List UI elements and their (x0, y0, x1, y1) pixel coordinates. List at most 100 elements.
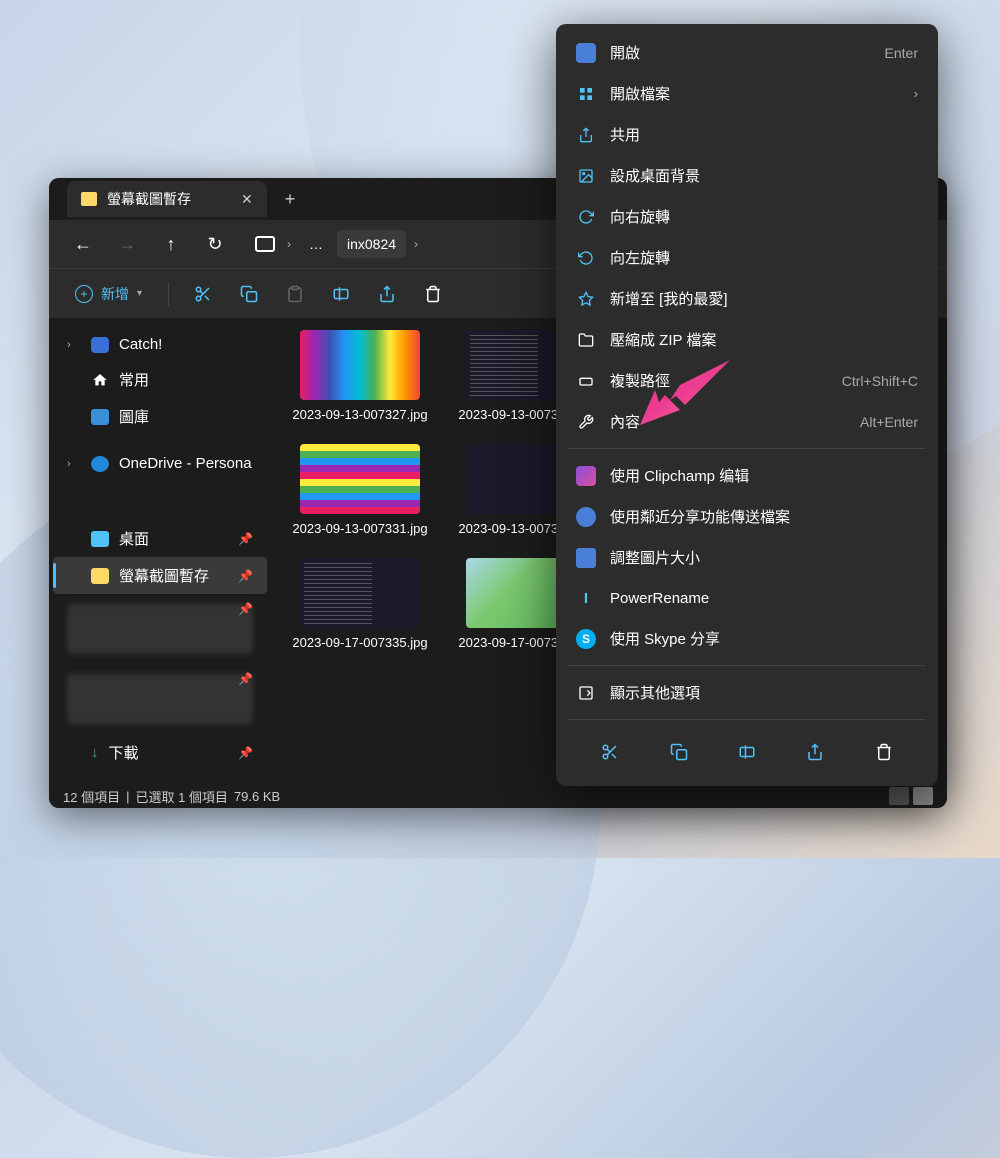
menu-item-clipchamp[interactable]: 使用 Clipchamp 编辑 (564, 455, 930, 496)
new-label: 新增 (101, 284, 129, 304)
tab-title: 螢幕截圖暫存 (107, 189, 191, 209)
chevron-right-icon: › (67, 458, 81, 470)
sidebar-item-label: 圖庫 (119, 406, 149, 427)
menu-item-label: 開啟檔案 (610, 83, 670, 104)
delete-button[interactable] (415, 276, 451, 312)
pin-icon: 📌 (238, 532, 253, 546)
menu-item-properties[interactable]: 內容 Alt+Enter (564, 401, 930, 442)
desktop-icon (91, 531, 109, 547)
menu-item-label: 向右旋轉 (610, 206, 670, 227)
delete-button[interactable] (866, 734, 902, 770)
menu-item-skype-share[interactable]: S 使用 Skype 分享 (564, 618, 930, 659)
photo-icon (576, 43, 596, 63)
rotate-right-icon (576, 207, 596, 227)
sidebar-item-blurred[interactable]: 📌 (53, 594, 267, 664)
menu-item-rotate-left[interactable]: 向左旋轉 (564, 237, 930, 278)
file-item[interactable]: 2023-09-13-007327.jpg (281, 324, 439, 430)
sidebar-item-catch[interactable]: › Catch! (53, 328, 267, 361)
address-bar[interactable]: › … inx0824 › (251, 230, 422, 258)
share-icon (378, 285, 396, 303)
sidebar-item-downloads[interactable]: ↓ 下載 📌 (53, 734, 267, 771)
context-menu: 開啟 Enter 開啟檔案 › 共用 設成桌面背景 向右旋轉 向左旋轉 新增至 … (556, 24, 938, 786)
rename-button[interactable] (323, 276, 359, 312)
thumbnails-view-button[interactable] (913, 787, 933, 805)
rename-icon (738, 743, 756, 761)
back-button[interactable]: ← (65, 226, 101, 262)
pin-icon: 📌 (238, 672, 253, 686)
menu-item-label: 顯示其他選項 (610, 682, 700, 703)
trash-icon (424, 285, 442, 303)
share-button[interactable] (369, 276, 405, 312)
menu-item-share[interactable]: 共用 (564, 114, 930, 155)
plus-circle-icon: + (75, 285, 93, 303)
details-view-button[interactable] (889, 787, 909, 805)
sidebar-item-onedrive[interactable]: › OneDrive - Persona (53, 447, 267, 480)
new-tab-button[interactable]: + (285, 189, 296, 210)
menu-item-copy-path[interactable]: 複製路徑 Ctrl+Shift+C (564, 360, 930, 401)
sidebar-item-home[interactable]: 常用 (53, 361, 267, 398)
share-button[interactable] (797, 734, 833, 770)
menu-item-label: 使用鄰近分享功能傳送檔案 (610, 506, 790, 527)
rotate-left-icon (576, 248, 596, 268)
chevron-right-icon: › (914, 86, 918, 101)
file-name: 2023-09-13-007331.jpg (292, 520, 427, 538)
menu-item-open-with[interactable]: 開啟檔案 › (564, 73, 930, 114)
menu-item-label: 開啟 (610, 42, 640, 63)
sidebar-item-label: Catch! (119, 336, 162, 353)
menu-item-powerrename[interactable]: I PowerRename (564, 578, 930, 618)
copy-button[interactable] (231, 276, 267, 312)
status-bar: 12 個項目 | 已選取 1 個項目 79.6 KB (49, 784, 947, 808)
sidebar-item-screenshots[interactable]: 螢幕截圖暫存 📌 (53, 557, 267, 594)
zip-icon (576, 330, 596, 350)
file-item[interactable]: 2023-09-17-007335.jpg (281, 552, 439, 658)
cut-button[interactable] (592, 734, 628, 770)
menu-item-compress-zip[interactable]: 壓縮成 ZIP 檔案 (564, 319, 930, 360)
pin-icon: 📌 (238, 746, 253, 760)
clipchamp-icon (576, 466, 596, 486)
copy-button[interactable] (661, 734, 697, 770)
menu-item-label: 設成桌面背景 (610, 165, 700, 186)
menu-shortcut: Ctrl+Shift+C (842, 373, 918, 389)
tab-active[interactable]: 螢幕截圖暫存 ✕ (67, 181, 267, 217)
sidebar-item-label: 桌面 (119, 528, 149, 549)
blurred-content (67, 674, 253, 724)
menu-item-rotate-right[interactable]: 向右旋轉 (564, 196, 930, 237)
this-pc-icon (255, 236, 275, 252)
sidebar-item-blurred[interactable]: 📌 (53, 664, 267, 734)
sidebar-item-desktop[interactable]: 桌面 📌 (53, 520, 267, 557)
wrench-icon (576, 412, 596, 432)
thumbnail (300, 330, 420, 400)
picture-icon (576, 166, 596, 186)
forward-button[interactable]: → (109, 226, 145, 262)
more-icon (576, 683, 596, 703)
menu-item-set-background[interactable]: 設成桌面背景 (564, 155, 930, 196)
share-icon (806, 743, 824, 761)
tab-close-button[interactable]: ✕ (241, 191, 253, 208)
file-item[interactable]: 2023-09-13-007331.jpg (281, 438, 439, 544)
refresh-button[interactable]: ↻ (197, 226, 233, 262)
cut-button[interactable] (185, 276, 221, 312)
new-button[interactable]: + 新增 ▾ (65, 278, 152, 310)
resize-icon (576, 548, 596, 568)
onedrive-icon (91, 456, 109, 472)
address-crumb[interactable]: … (299, 230, 333, 258)
clipboard-icon (286, 285, 304, 303)
menu-item-show-more[interactable]: 顯示其他選項 (564, 672, 930, 713)
download-icon: ↓ (91, 744, 99, 761)
paste-button[interactable] (277, 276, 313, 312)
up-button[interactable]: ↑ (153, 226, 189, 262)
nearby-icon (576, 507, 596, 527)
blurred-content (67, 604, 253, 654)
rename-button[interactable] (729, 734, 765, 770)
copy-icon (670, 743, 688, 761)
sidebar-item-gallery[interactable]: 圖庫 (53, 398, 267, 435)
chevron-right-icon: › (283, 237, 295, 251)
menu-item-nearby-share[interactable]: 使用鄰近分享功能傳送檔案 (564, 496, 930, 537)
gallery-icon (91, 409, 109, 425)
address-crumb-current[interactable]: inx0824 (337, 230, 406, 258)
menu-shortcut: Alt+Enter (860, 414, 918, 430)
menu-separator (568, 719, 926, 720)
menu-item-open[interactable]: 開啟 Enter (564, 32, 930, 73)
menu-item-resize-image[interactable]: 調整圖片大小 (564, 537, 930, 578)
menu-item-add-favorites[interactable]: 新增至 [我的最愛] (564, 278, 930, 319)
